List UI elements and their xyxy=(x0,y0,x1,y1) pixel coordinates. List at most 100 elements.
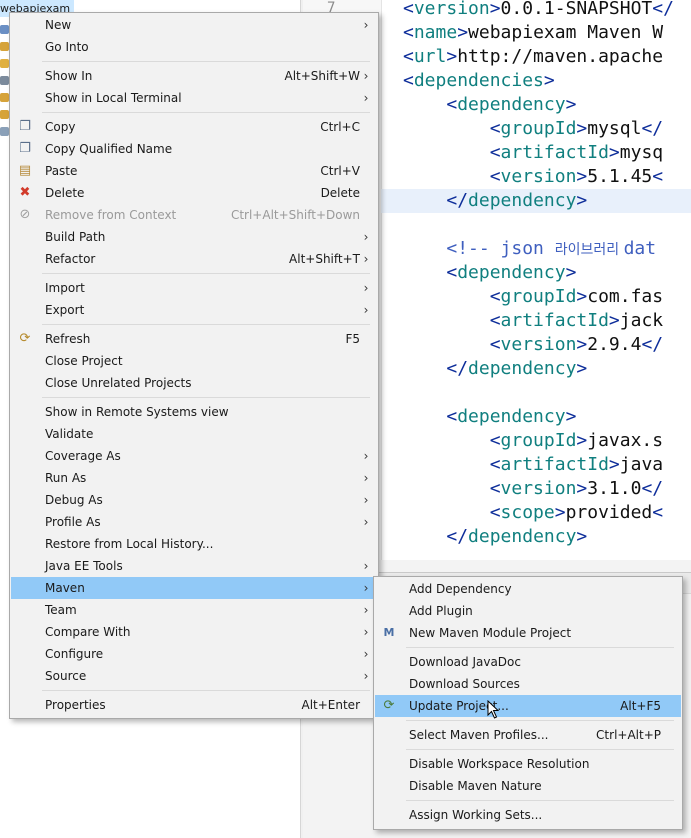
menu-item-label: New xyxy=(45,18,72,32)
menu-item-label: Disable Workspace Resolution xyxy=(409,757,590,771)
menu-item-export[interactable]: Export › xyxy=(11,299,377,321)
menu-item-debug-as[interactable]: Debug As › xyxy=(11,489,377,511)
code-token: com.fas xyxy=(587,286,664,307)
menu-item-copy[interactable]: ❐ Copy Ctrl+C xyxy=(11,116,377,138)
chevron-right-icon: › xyxy=(363,471,369,485)
menu-separator xyxy=(42,324,370,325)
menu-item-label: Team xyxy=(45,603,77,617)
menu-item-source[interactable]: Source › xyxy=(11,665,377,687)
menu-item-show-in-remote-systems-view[interactable]: Show in Remote Systems view xyxy=(11,401,377,423)
menu-item-team[interactable]: Team › xyxy=(11,599,377,621)
chevron-right-icon: › xyxy=(363,69,369,83)
copy-icon: ❐ xyxy=(19,119,31,134)
menu-item-label: Export xyxy=(45,303,85,317)
code-token: groupId xyxy=(500,430,577,451)
menu-item-import[interactable]: Import › xyxy=(11,277,377,299)
menu-item-go-into[interactable]: Go Into xyxy=(11,36,377,58)
menu-item-label: Disable Maven Nature xyxy=(409,779,542,793)
menu-item-paste[interactable]: ▤ Paste Ctrl+V xyxy=(11,160,377,182)
menu-item-build-path[interactable]: Build Path › xyxy=(11,226,377,248)
menu-item-copy-qualified-name[interactable]: ❐ Copy Qualified Name xyxy=(11,138,377,160)
refresh-icon: ⟳ xyxy=(19,331,31,346)
menu-item-profile-as[interactable]: Profile As › xyxy=(11,511,377,533)
code-line: <groupId>com.fas xyxy=(403,285,663,309)
code-token: < xyxy=(652,502,664,523)
menu-item-properties[interactable]: Properties Alt+Enter xyxy=(11,694,377,716)
chevron-right-icon: › xyxy=(363,493,369,507)
maven-item-add-dependency[interactable]: Add Dependency xyxy=(375,578,681,600)
code-token: > xyxy=(446,46,458,67)
menu-item-refactor[interactable]: Refactor Alt+Shift+T › xyxy=(11,248,377,270)
menu-item-validate[interactable]: Validate xyxy=(11,423,377,445)
code-token: < xyxy=(489,310,501,331)
code-token: > xyxy=(554,502,566,523)
code-token: 라이브러리 xyxy=(554,242,624,258)
code-token: < xyxy=(489,478,501,499)
code-token: < xyxy=(446,262,458,283)
menu-item-maven[interactable]: Maven › xyxy=(11,577,377,599)
maven-item-disable-maven-nature[interactable]: Disable Maven Nature xyxy=(375,775,681,797)
menu-item-shortcut: Alt+Shift+W xyxy=(284,69,361,83)
maven-item-select-maven-profiles[interactable]: Select Maven Profiles... Ctrl+Alt+P xyxy=(375,724,681,746)
menu-item-new[interactable]: New › xyxy=(11,14,377,36)
maven-item-update-project[interactable]: ⟳ Update Project... Alt+F5 xyxy=(375,695,681,717)
chevron-right-icon: › xyxy=(363,91,369,105)
code-token: > xyxy=(576,430,588,451)
maven-item-disable-workspace-resolution[interactable]: Disable Workspace Resolution xyxy=(375,753,681,775)
code-line: <version>2.9.4</ xyxy=(403,333,663,357)
menu-item-label: Show In xyxy=(45,69,93,83)
maven-item-assign-working-sets[interactable]: Assign Working Sets... xyxy=(375,804,681,826)
menu-item-show-in-local-terminal[interactable]: Show in Local Terminal › xyxy=(11,87,377,109)
maven-item-download-javadoc[interactable]: Download JavaDoc xyxy=(375,651,681,673)
menu-item-label: Build Path xyxy=(45,230,106,244)
code-token: version xyxy=(500,478,577,499)
menu-item-configure[interactable]: Configure › xyxy=(11,643,377,665)
code-token: < xyxy=(403,0,414,19)
warning-icon xyxy=(0,59,9,68)
code-line: <dependency> xyxy=(403,93,576,117)
maven-item-new-maven-module-project[interactable]: M New Maven Module Project xyxy=(375,622,681,644)
maven-submenu: Add Dependency Add Plugin M New Maven Modul… xyxy=(373,576,683,830)
mouse-cursor-icon xyxy=(487,700,500,719)
code-line: </dependency> xyxy=(403,357,587,381)
menu-item-shortcut: Ctrl+C xyxy=(320,120,360,134)
code-token: < xyxy=(489,502,501,523)
menu-item-refresh[interactable]: ⟳ Refresh F5 xyxy=(11,328,377,350)
code-token: < xyxy=(652,166,664,187)
code-token: jack xyxy=(619,310,664,331)
code-token: > xyxy=(576,166,588,187)
maven-item-add-plugin[interactable]: Add Plugin xyxy=(375,600,681,622)
code-token: dat xyxy=(623,238,657,259)
menu-item-show-in[interactable]: Show In Alt+Shift+W › xyxy=(11,65,377,87)
menu-item-run-as[interactable]: Run As › xyxy=(11,467,377,489)
maven-item-download-sources[interactable]: Download Sources xyxy=(375,673,681,695)
menu-item-label: New Maven Module Project xyxy=(409,626,572,640)
menu-item-close-unrelated-projects[interactable]: Close Unrelated Projects xyxy=(11,372,377,394)
code-token: provided xyxy=(565,502,653,523)
code-line: <artifactId>jack xyxy=(403,309,663,333)
menu-item-close-project[interactable]: Close Project xyxy=(11,350,377,372)
menu-item-delete[interactable]: ✖ Delete Delete xyxy=(11,182,377,204)
menu-item-java-ee-tools[interactable]: Java EE Tools › xyxy=(11,555,377,577)
menu-item-remove-from-context[interactable]: ⊘ Remove from Context Ctrl+Alt+Shift+Down xyxy=(11,204,377,226)
code-token: > xyxy=(565,406,577,427)
code-token: 0.0.1-SNAPSHOT xyxy=(500,0,653,19)
menu-item-shortcut: Ctrl+Alt+P xyxy=(596,728,661,742)
menu-item-label: Import xyxy=(45,281,85,295)
menu-item-label: Run As xyxy=(45,471,87,485)
menu-item-restore-from-local-history[interactable]: Restore from Local History... xyxy=(11,533,377,555)
menu-item-compare-with[interactable]: Compare With › xyxy=(11,621,377,643)
delete-icon: ✖ xyxy=(19,185,31,200)
menu-item-coverage-as[interactable]: Coverage As › xyxy=(11,445,377,467)
context-menu: New › Go Into Show In Alt+Shift+W › Show in Lo… xyxy=(9,12,379,719)
code-token: > xyxy=(576,526,588,547)
code-token: <!-- json xyxy=(446,238,555,259)
code-token: javax.s xyxy=(587,430,664,451)
menu-item-label: Remove from Context xyxy=(45,208,177,222)
menu-item-label: Delete xyxy=(45,186,85,200)
